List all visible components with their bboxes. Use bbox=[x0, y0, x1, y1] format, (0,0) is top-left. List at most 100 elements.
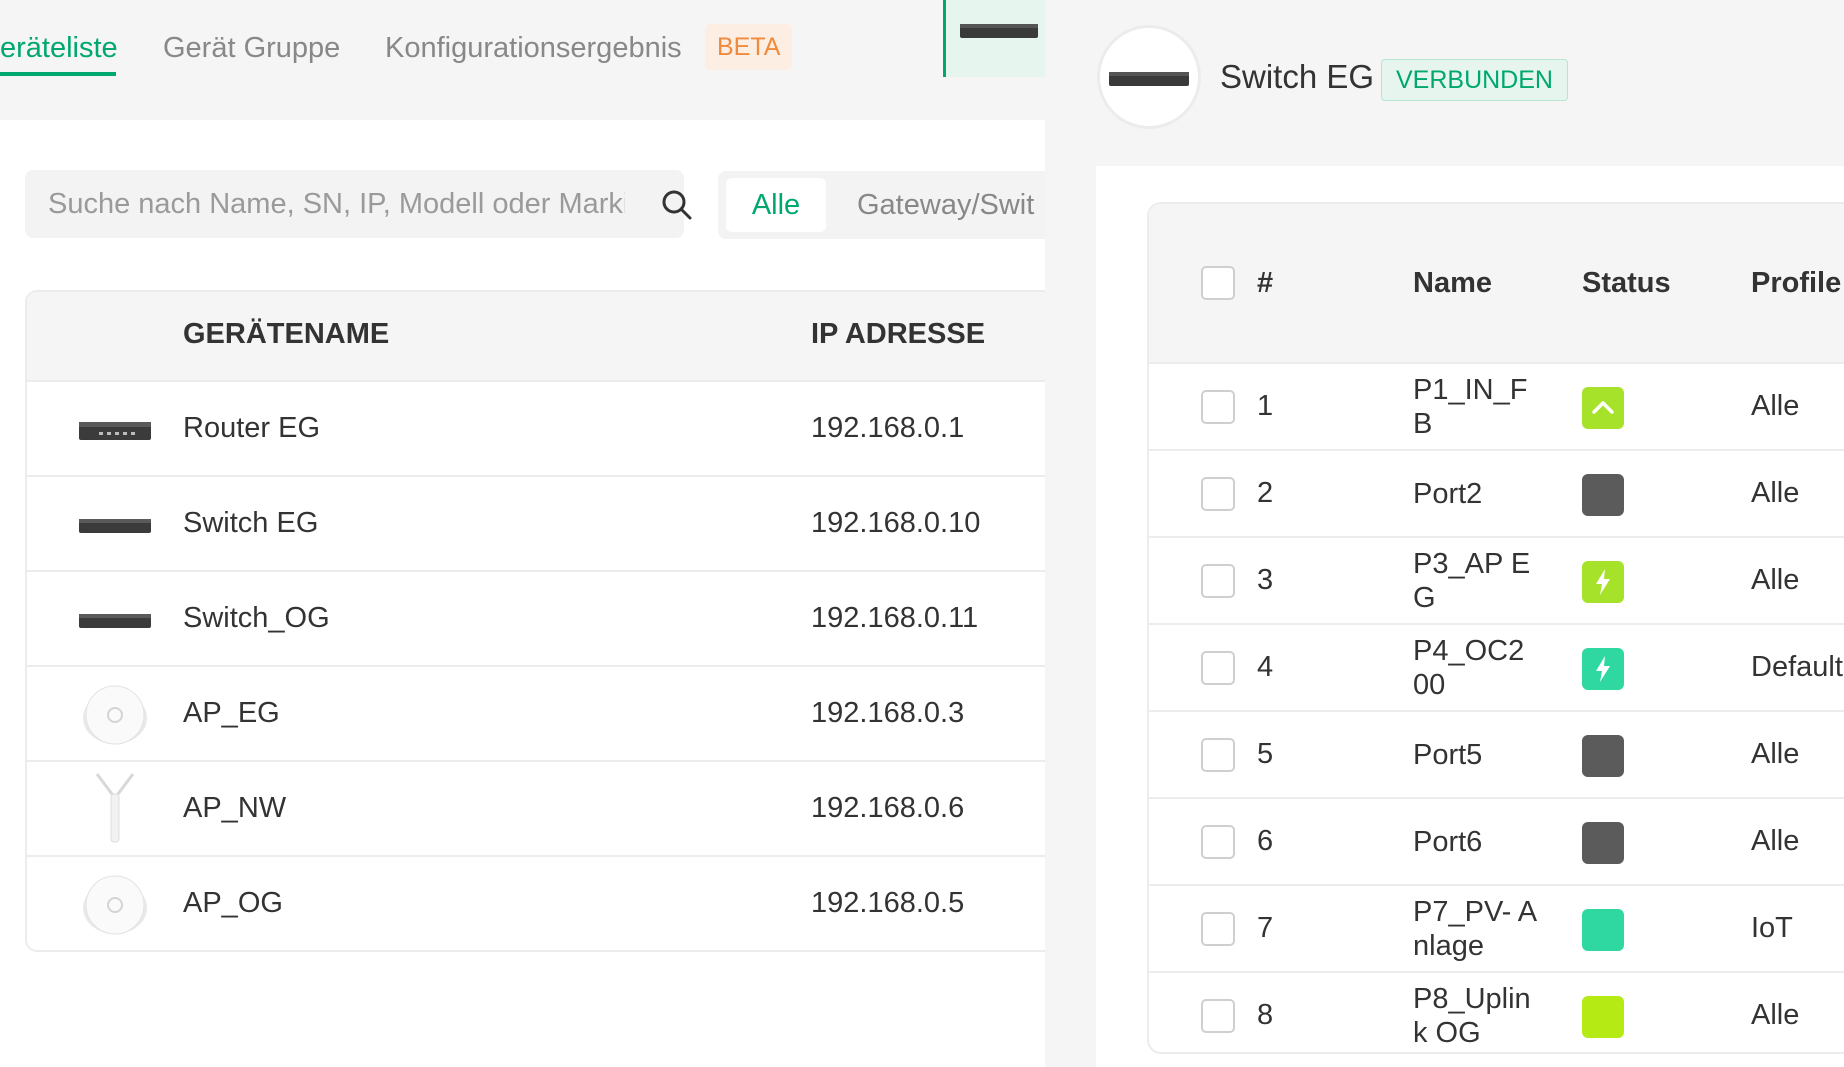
table-row[interactable]: 5 Port5 Alle bbox=[1149, 710, 1844, 797]
row-checkbox[interactable] bbox=[1201, 825, 1235, 859]
device-type-filter: Alle Gateway/Swit bbox=[718, 171, 1058, 239]
switch-icon bbox=[79, 614, 151, 628]
port-number: 1 bbox=[1257, 390, 1274, 422]
port-status-down[interactable] bbox=[1582, 822, 1624, 864]
port-name: P1_IN_F B bbox=[1413, 374, 1528, 440]
column-header-number[interactable]: # bbox=[1257, 267, 1273, 300]
filter-all-button[interactable]: Alle bbox=[726, 178, 826, 232]
port-profile: Alle bbox=[1751, 825, 1800, 857]
port-number: 7 bbox=[1257, 912, 1274, 944]
table-row[interactable]: 8 P8_Uplin k OG Alle bbox=[1149, 971, 1844, 1052]
port-status-up[interactable] bbox=[1582, 909, 1624, 951]
port-status-down[interactable] bbox=[1582, 735, 1624, 777]
device-name: Router EG bbox=[183, 412, 320, 444]
column-header-ip-address[interactable]: IP ADRESSE bbox=[811, 318, 985, 351]
table-header: GERÄTENAME IP ADRESSE bbox=[27, 292, 1063, 380]
port-number: 4 bbox=[1257, 651, 1274, 683]
port-table-header: # Name Status Profile bbox=[1149, 204, 1844, 362]
outdoor-ap-icon bbox=[95, 773, 135, 843]
table-row[interactable]: 6 Port6 Alle bbox=[1149, 797, 1844, 884]
row-checkbox[interactable] bbox=[1201, 912, 1235, 946]
port-name: P3_AP EG bbox=[1413, 548, 1531, 614]
port-name: P4_OC2 00 bbox=[1413, 635, 1525, 701]
column-header-name[interactable]: Name bbox=[1413, 267, 1492, 300]
port-number: 2 bbox=[1257, 477, 1274, 509]
table-row[interactable]: AP_OG 192.168.0.5 bbox=[27, 855, 1063, 950]
port-name: P7_PV- Anlage bbox=[1413, 896, 1538, 962]
active-tab-indicator bbox=[0, 72, 116, 76]
search-icon[interactable] bbox=[661, 189, 693, 221]
switch-icon bbox=[79, 519, 151, 533]
device-name: Switch EG bbox=[183, 507, 319, 539]
tab-config-result[interactable]: Konfigurationsergebnis bbox=[385, 32, 682, 65]
port-profile: Default bbox=[1751, 651, 1843, 683]
device-ip: 192.168.0.6 bbox=[811, 792, 965, 824]
device-ip: 192.168.0.5 bbox=[811, 887, 965, 919]
switch-icon bbox=[960, 24, 1038, 38]
port-number: 5 bbox=[1257, 738, 1274, 770]
port-name: Port6 bbox=[1413, 826, 1483, 858]
port-profile: Alle bbox=[1751, 738, 1800, 770]
tab-bar: eräteliste Gerät Gruppe Konfigurationser… bbox=[0, 0, 1046, 120]
table-row[interactable]: 7 P7_PV- Anlage IoT bbox=[1149, 884, 1844, 971]
port-table: # Name Status Profile 1 P1_IN_F B Alle 2… bbox=[1147, 202, 1844, 1054]
column-header-profile[interactable]: Profile bbox=[1751, 267, 1841, 300]
device-name: Switch_OG bbox=[183, 602, 330, 634]
device-avatar bbox=[1097, 25, 1201, 129]
port-profile: Alle bbox=[1751, 390, 1800, 422]
port-status-uplink[interactable] bbox=[1582, 387, 1624, 429]
device-ip: 192.168.0.1 bbox=[811, 412, 965, 444]
table-row[interactable]: Switch EG 192.168.0.10 bbox=[27, 475, 1063, 570]
port-status-poe[interactable] bbox=[1582, 648, 1624, 690]
port-number: 8 bbox=[1257, 999, 1274, 1031]
column-header-device-name[interactable]: GERÄTENAME bbox=[183, 318, 389, 351]
tab-device-list[interactable]: eräteliste bbox=[0, 32, 118, 65]
device-ip: 192.168.0.11 bbox=[811, 602, 979, 634]
table-row[interactable]: 2 Port2 Alle bbox=[1149, 449, 1844, 536]
ceiling-ap-icon bbox=[83, 875, 147, 935]
ceiling-ap-icon bbox=[83, 685, 147, 745]
filter-gateway-switch-button[interactable]: Gateway/Swit bbox=[857, 178, 1034, 232]
port-status-poe[interactable] bbox=[1582, 561, 1624, 603]
row-checkbox[interactable] bbox=[1201, 738, 1235, 772]
lightning-icon bbox=[1596, 656, 1610, 682]
beta-badge: BETA bbox=[705, 24, 793, 70]
router-icon bbox=[79, 422, 151, 440]
tab-device-group[interactable]: Gerät Gruppe bbox=[163, 32, 340, 65]
device-name: AP_NW bbox=[183, 792, 287, 824]
row-checkbox[interactable] bbox=[1201, 390, 1235, 424]
table-row[interactable]: 1 P1_IN_F B Alle bbox=[1149, 362, 1844, 449]
row-checkbox[interactable] bbox=[1201, 477, 1235, 511]
device-name: AP_EG bbox=[183, 697, 280, 729]
table-row[interactable]: 3 P3_AP EG Alle bbox=[1149, 536, 1844, 623]
search-input[interactable] bbox=[25, 170, 625, 238]
port-number: 3 bbox=[1257, 564, 1274, 596]
device-table: GERÄTENAME IP ADRESSE Router EG 192.168.… bbox=[25, 290, 1065, 952]
device-ip: 192.168.0.3 bbox=[811, 697, 965, 729]
row-checkbox[interactable] bbox=[1201, 564, 1235, 598]
port-name: P8_Uplin k OG bbox=[1413, 983, 1531, 1049]
app-root: eräteliste Gerät Gruppe Konfigurationser… bbox=[0, 0, 1844, 1067]
row-checkbox[interactable] bbox=[1201, 999, 1235, 1033]
table-row[interactable]: 4 P4_OC2 00 Default bbox=[1149, 623, 1844, 710]
port-profile: Alle bbox=[1751, 999, 1800, 1031]
row-checkbox[interactable] bbox=[1201, 651, 1235, 685]
chevron-up-icon bbox=[1592, 401, 1614, 414]
table-row[interactable]: Switch_OG 192.168.0.11 bbox=[27, 570, 1063, 665]
port-profile: Alle bbox=[1751, 564, 1800, 596]
lightning-icon bbox=[1596, 569, 1610, 595]
table-row[interactable]: AP_EG 192.168.0.3 bbox=[27, 665, 1063, 760]
port-name: Port5 bbox=[1413, 739, 1483, 771]
port-status-up[interactable] bbox=[1582, 996, 1624, 1038]
table-row[interactable]: Router EG 192.168.0.1 bbox=[27, 380, 1063, 475]
select-all-checkbox[interactable] bbox=[1201, 266, 1235, 300]
column-header-status[interactable]: Status bbox=[1582, 267, 1671, 300]
port-status-down[interactable] bbox=[1582, 474, 1624, 516]
port-profile: IoT bbox=[1751, 912, 1793, 944]
device-name: AP_OG bbox=[183, 887, 283, 919]
status-badge: VERBUNDEN bbox=[1381, 59, 1568, 101]
selected-device-tab[interactable] bbox=[943, 0, 1046, 77]
port-number: 6 bbox=[1257, 825, 1274, 857]
switch-icon bbox=[1109, 72, 1189, 86]
table-row[interactable]: AP_NW 192.168.0.6 bbox=[27, 760, 1063, 855]
